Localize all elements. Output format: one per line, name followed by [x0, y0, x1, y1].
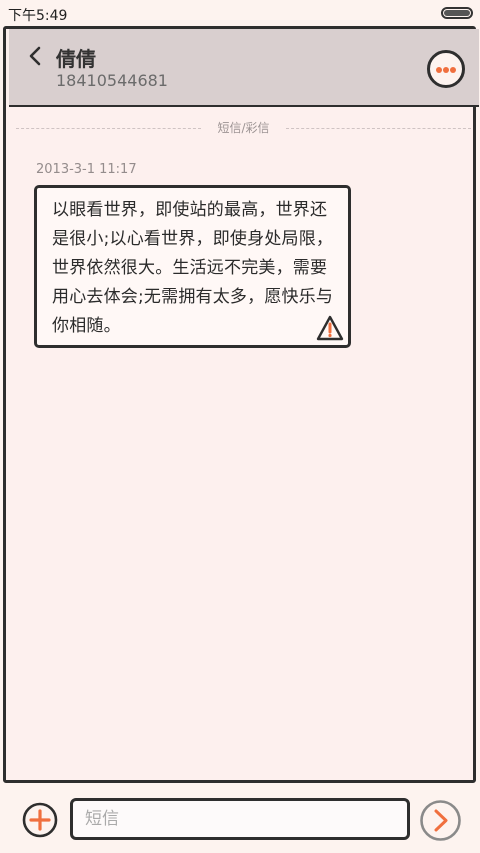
warning-triangle-icon[interactable]	[315, 314, 345, 342]
message-bubble[interactable]: 以眼看世界，即使站的最高，世界还是很小;以心看世界，即使身处局限，世界依然很大。…	[34, 185, 351, 348]
message-timestamp: 2013-3-1 11:17	[36, 162, 137, 177]
contact-name: 倩倩	[56, 47, 96, 71]
more-options-icon-dot	[450, 67, 456, 73]
conversation-header: 倩倩 18410544681	[9, 29, 479, 107]
status-time: 下午5:49	[8, 8, 68, 24]
message-input[interactable]	[70, 798, 410, 840]
add-plus-icon[interactable]	[22, 802, 58, 838]
contact-number: 18410544681	[56, 71, 168, 90]
more-options-button[interactable]	[427, 50, 465, 88]
message-type-divider: 短信/彩信	[16, 117, 471, 137]
send-arrow-icon[interactable]	[419, 799, 462, 842]
battery-icon	[441, 7, 473, 19]
more-options-icon-dot	[443, 67, 449, 73]
conversation-frame: 倩倩 18410544681 短信/彩信 2013-3-1 11:17 以眼看世…	[3, 26, 479, 783]
more-options-icon	[436, 67, 442, 73]
battery-level	[444, 10, 470, 16]
message-text: 以眼看世界，即使站的最高，世界还是很小;以心看世界，即使身处局限，世界依然很大。…	[52, 200, 334, 336]
status-bar: 下午5:49	[0, 0, 480, 26]
divider-line-right	[286, 128, 471, 129]
back-arrow-icon[interactable]	[24, 43, 46, 69]
compose-bar	[0, 788, 480, 853]
